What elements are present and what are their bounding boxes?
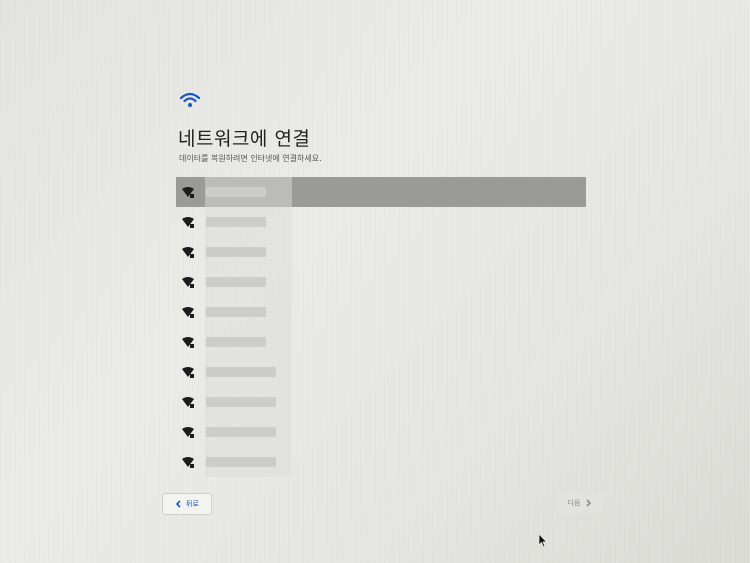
network-row[interactable] (176, 357, 586, 387)
network-name (206, 247, 266, 257)
network-name (206, 397, 276, 407)
back-label: 뒤로 (186, 500, 199, 508)
network-row[interactable] (176, 237, 586, 267)
network-row[interactable] (176, 327, 586, 357)
network-row[interactable] (176, 207, 586, 237)
network-name (206, 367, 276, 377)
mouse-pointer-icon (538, 533, 548, 548)
wifi-secured-icon (182, 337, 194, 348)
wifi-icon (180, 92, 200, 107)
wifi-secured-icon (182, 397, 194, 408)
next-label: 다음 (567, 499, 581, 507)
network-row[interactable] (176, 297, 586, 327)
wifi-secured-icon (182, 367, 194, 378)
network-list (176, 177, 586, 477)
network-row[interactable] (176, 267, 586, 297)
next-button[interactable]: 다음 (557, 493, 603, 513)
network-name (206, 277, 266, 287)
wifi-secured-icon (182, 277, 194, 288)
network-row[interactable] (176, 447, 586, 477)
chevron-right-icon (586, 499, 592, 507)
network-row-selected[interactable] (176, 177, 586, 207)
network-name (206, 337, 266, 347)
network-row[interactable] (176, 387, 586, 417)
network-name (206, 307, 266, 317)
network-name (206, 217, 266, 227)
wifi-secured-icon (182, 217, 194, 228)
network-row[interactable] (176, 417, 586, 447)
network-name (206, 187, 266, 197)
back-button[interactable]: 뒤로 (162, 493, 212, 515)
chevron-left-icon (175, 500, 181, 508)
wifi-secured-icon (182, 187, 194, 198)
page-title: 네트워크에 연결 (178, 128, 311, 150)
network-name (206, 427, 276, 437)
wifi-secured-icon (182, 247, 194, 258)
page-subtitle: 데이터를 복원하려면 인터넷에 연결하세요. (179, 154, 322, 163)
wifi-secured-icon (182, 457, 194, 468)
wifi-secured-icon (182, 307, 194, 318)
wifi-secured-icon (182, 427, 194, 438)
network-name (206, 457, 276, 467)
